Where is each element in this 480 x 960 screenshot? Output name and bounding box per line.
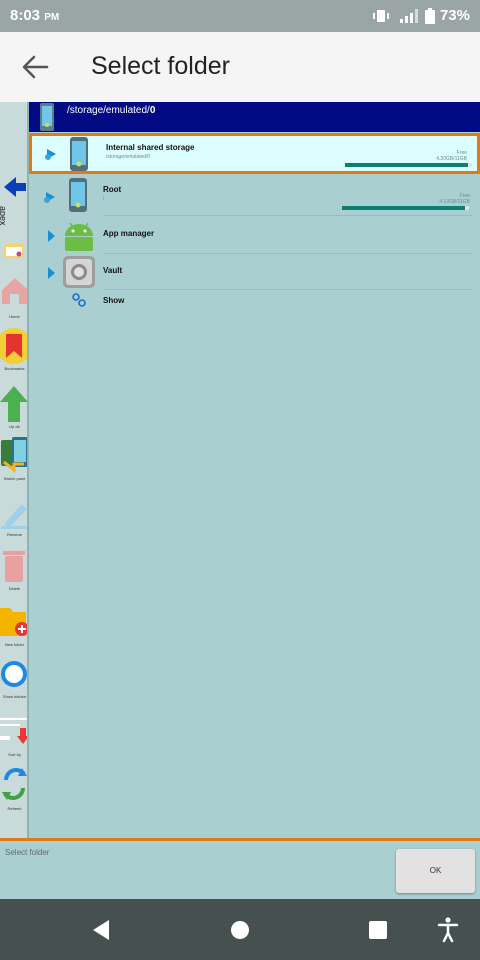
share-arrow-icon[interactable] bbox=[43, 190, 57, 204]
sidebar-label-delete: Delete bbox=[8, 586, 21, 591]
battery-percent: 73% bbox=[439, 7, 470, 24]
pencil-icon[interactable] bbox=[0, 498, 29, 530]
sidebar-label-showhidden: Show hidden bbox=[2, 694, 27, 699]
nav-back-icon[interactable] bbox=[91, 919, 111, 941]
nav-recents-icon[interactable] bbox=[368, 920, 388, 940]
vault-safe-icon bbox=[63, 256, 95, 288]
sidebar-label-sort: Sort by bbox=[8, 752, 21, 757]
vibrate-icon bbox=[373, 10, 389, 22]
share-arrow-icon[interactable] bbox=[44, 147, 58, 161]
android-icon bbox=[65, 222, 93, 251]
row-path: /storage/emulated/0 bbox=[106, 154, 151, 160]
phone-storage-icon bbox=[70, 137, 88, 171]
signal-icon bbox=[400, 9, 418, 23]
nav-home-icon[interactable] bbox=[230, 920, 250, 940]
free-value: 4.20GB/11GB bbox=[436, 156, 467, 162]
row-name: App manager bbox=[103, 229, 155, 238]
page-title: Select folder bbox=[91, 52, 230, 80]
usage-bar bbox=[342, 206, 469, 210]
settings-gears-icon bbox=[72, 293, 86, 307]
switch-pane-icon[interactable] bbox=[0, 436, 29, 476]
current-path: /storage/emulated/0 bbox=[67, 105, 156, 116]
row-path: / bbox=[103, 196, 105, 202]
back-nav-icon[interactable] bbox=[0, 174, 29, 200]
usage-fill bbox=[342, 206, 466, 210]
list-item-internal-storage[interactable]: Internal shared storage /storage/emulate… bbox=[29, 133, 480, 174]
status-bar: 8:03 PM 73% bbox=[0, 0, 480, 32]
bookmark-icon[interactable] bbox=[0, 326, 29, 366]
usage-fill bbox=[345, 163, 469, 167]
bottom-label: Select folder bbox=[5, 848, 50, 857]
sidebar-label-refresh: Refresh bbox=[7, 806, 22, 811]
battery-icon bbox=[425, 8, 435, 24]
list-item-vault[interactable]: Vault bbox=[29, 254, 480, 290]
list-item-show[interactable]: Show bbox=[29, 290, 480, 312]
folder-list: /storage/emulated/0 Internal shared stor… bbox=[29, 102, 480, 838]
expand-arrow-icon[interactable] bbox=[48, 267, 55, 279]
up-arrow-icon[interactable] bbox=[0, 384, 29, 424]
trash-icon[interactable] bbox=[0, 548, 29, 584]
expand-arrow-icon[interactable] bbox=[48, 230, 55, 242]
row-name: Vault bbox=[103, 266, 123, 275]
usage-bar bbox=[345, 163, 472, 167]
new-folder-icon[interactable] bbox=[0, 600, 29, 640]
phone-storage-icon bbox=[40, 103, 54, 131]
sidebar-label-bookmarks: Bookmarks bbox=[4, 366, 25, 371]
ok-button[interactable]: OK bbox=[396, 849, 475, 893]
app-bar: Select folder bbox=[0, 32, 480, 102]
accessibility-icon[interactable] bbox=[437, 917, 459, 943]
bottom-bar: Select folder OK bbox=[0, 838, 480, 899]
eye-icon[interactable] bbox=[0, 658, 29, 690]
free-value: 4.13GB/11GB bbox=[439, 199, 470, 205]
home-icon[interactable] bbox=[0, 274, 29, 310]
sidebar-label-home: Home bbox=[9, 314, 20, 319]
row-name: Internal shared storage bbox=[106, 143, 195, 152]
apex-label: apex bbox=[0, 206, 8, 226]
row-name: Root bbox=[103, 185, 122, 194]
phone-storage-icon bbox=[69, 178, 87, 212]
sidebar-label-switch: Switch pane bbox=[3, 476, 26, 481]
sidebar-label-updir: Up dir bbox=[9, 424, 20, 429]
sort-icon[interactable] bbox=[0, 716, 29, 748]
sidebar-label-newfolder: New folder bbox=[4, 642, 25, 647]
back-arrow-icon[interactable] bbox=[20, 54, 50, 80]
refresh-icon[interactable] bbox=[0, 764, 29, 804]
list-item-root[interactable]: Root / Free 4.13GB/11GB bbox=[29, 176, 480, 216]
status-time: 8:03 PM bbox=[10, 7, 60, 24]
row-name: Show bbox=[103, 296, 125, 305]
list-item-app-manager[interactable]: App manager bbox=[29, 216, 480, 254]
path-header: /storage/emulated/0 bbox=[29, 102, 480, 132]
system-nav-bar bbox=[0, 899, 480, 960]
sidebar-label-rename: Rename bbox=[6, 532, 23, 537]
left-toolbar: apex Home Bookmarks Up dir Switch pane R… bbox=[0, 102, 29, 838]
storage-card-icon[interactable] bbox=[0, 240, 29, 262]
